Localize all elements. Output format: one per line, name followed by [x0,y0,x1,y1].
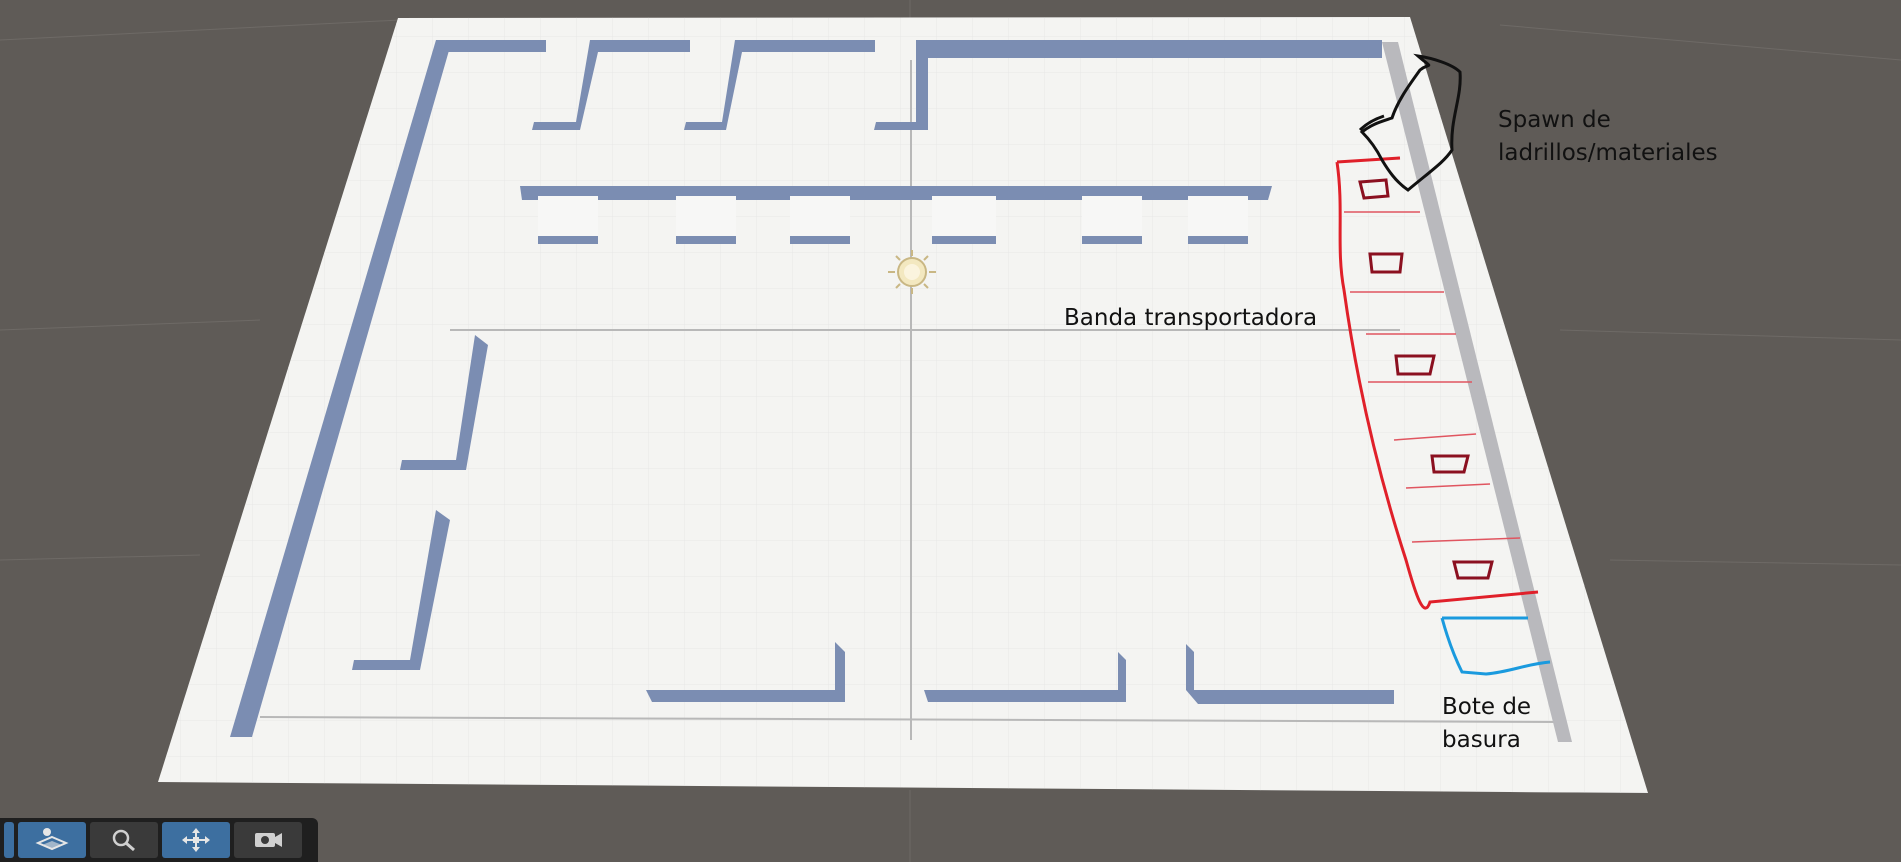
spawn-label-line1: Spawn de [1498,107,1611,133]
trash-label-line2: basura [1442,727,1521,753]
conveyor-label: Banda transportadora [1064,305,1318,331]
floor-grid [158,17,1648,793]
wall-top [916,40,1382,58]
search-button[interactable] [90,822,158,858]
layers-icon [35,828,69,851]
spawn-label-line2: ladrillos/materiales [1498,140,1718,166]
move-arrows-icon [182,828,210,852]
layers-button[interactable] [18,822,86,858]
scene-view[interactable] [0,0,1901,862]
scene-toolbar [0,818,318,862]
magnifier-icon [112,829,135,852]
camera-button[interactable] [234,822,302,858]
wall-left-top [436,40,546,52]
move-tool-button[interactable] [162,822,230,858]
camera-icon [255,833,282,847]
toolbar-edge-button[interactable] [4,822,14,858]
trash-label-line1: Bote de [1442,694,1532,720]
